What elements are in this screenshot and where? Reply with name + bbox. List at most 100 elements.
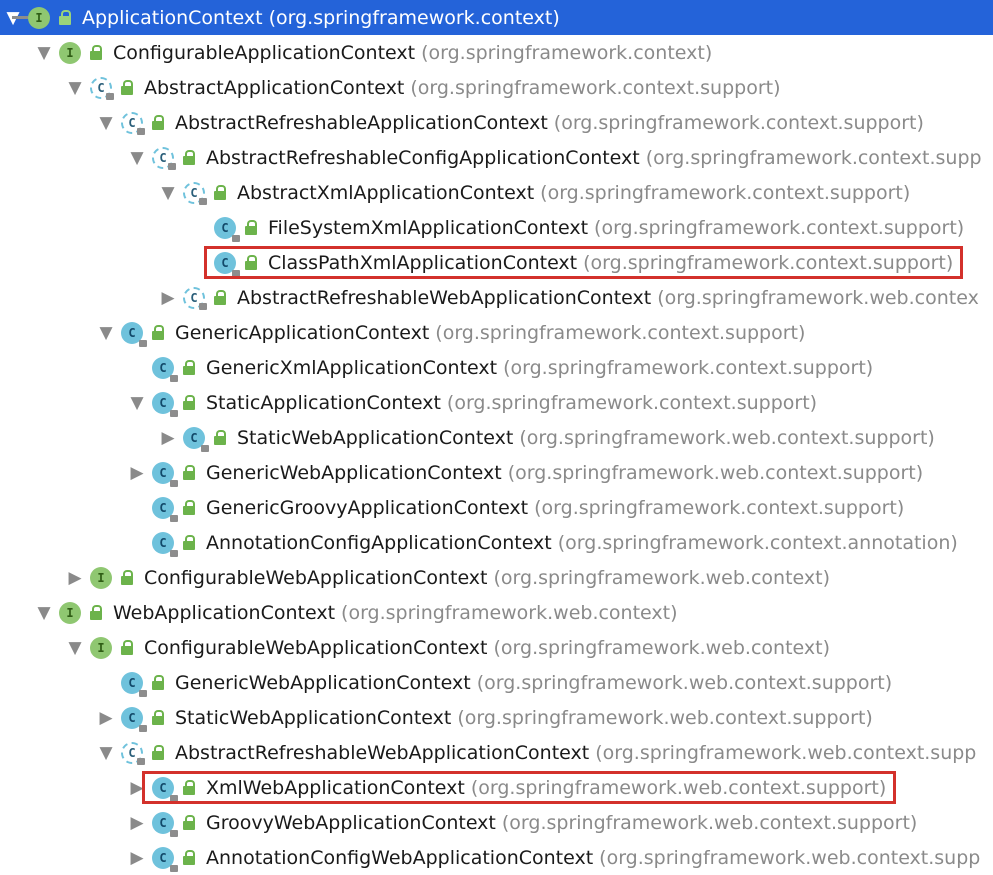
tree-node[interactable]: ▶ C AnnotationConfigWebApplicationContext(… xyxy=(0,840,993,875)
public-visibility-icon xyxy=(120,639,134,656)
interface-icon: I xyxy=(12,6,50,29)
lock-overlay-icon xyxy=(232,234,240,242)
class-icon: C xyxy=(152,846,178,872)
package-name: (org.springframework.context.support) xyxy=(446,391,818,414)
public-visibility-icon xyxy=(151,674,165,691)
lock-overlay-icon xyxy=(170,374,178,382)
collapsed-arrow-icon[interactable]: ▶ xyxy=(126,848,148,868)
expanded-arrow-icon[interactable]: ▼ xyxy=(33,43,55,63)
tree-node[interactable]: ▼ C AbstractApplicationContext (org.springf… xyxy=(0,70,993,105)
abstract-class-icon: C xyxy=(183,181,207,205)
expanded-arrow-icon[interactable]: ▼ xyxy=(95,323,117,343)
abstract-class-icon: C xyxy=(90,76,114,100)
expanded-arrow-icon[interactable]: ▼ xyxy=(157,183,179,203)
lock-overlay-icon xyxy=(139,339,147,347)
type-name: AbstractRefreshableWebApplicationContext xyxy=(175,741,590,764)
public-visibility-icon xyxy=(89,604,103,621)
public-visibility-icon xyxy=(151,744,165,761)
implements-stem-icon xyxy=(12,15,28,19)
tree-node[interactable]: ▶ C GenericWebApplicationContext (org.sprin… xyxy=(0,455,993,490)
tree-node[interactable]: ▼ C StaticApplicationContext (org.springfra… xyxy=(0,385,993,420)
type-kind-letter: C xyxy=(128,675,136,690)
class-icon: C xyxy=(152,356,178,382)
expanded-arrow-icon[interactable]: ▼ xyxy=(33,603,55,623)
tree-node[interactable]: ▼ C GenericApplicationContext (org.springfr… xyxy=(0,315,993,350)
collapsed-arrow-icon[interactable]: ▶ xyxy=(157,288,179,308)
type-kind-letter: I xyxy=(66,605,74,620)
type-kind-letter: C xyxy=(159,150,167,165)
package-name: (org.springframework.web.context.support… xyxy=(457,706,873,729)
public-visibility-icon xyxy=(213,184,227,201)
public-visibility-icon xyxy=(182,499,196,516)
tree-node[interactable]: ▼ I ConfigurableWebApplicationContext (org.… xyxy=(0,630,993,665)
type-kind-letter: C xyxy=(128,745,136,760)
class-icon: C xyxy=(152,461,178,487)
package-name: (org.springframework.context.support) xyxy=(534,496,905,519)
tree-node[interactable]: ▶ C StaticWebApplicationContext (org.spring… xyxy=(0,420,993,455)
expanded-arrow-icon[interactable]: ▼ xyxy=(126,393,148,413)
type-name: StaticWebApplicationContext xyxy=(175,706,452,729)
lock-overlay-icon xyxy=(199,302,207,310)
tree-node[interactable]: ▼ I WebApplicationContext (org.springframew… xyxy=(0,595,993,630)
public-visibility-icon xyxy=(182,394,196,411)
tree-node[interactable]: C GenericWebApplicationContext (org.spring… xyxy=(0,665,993,700)
expanded-arrow-icon[interactable]: ▼ xyxy=(95,113,117,133)
tree-node[interactable]: C GenericGroovyApplicationContext (org.spr… xyxy=(0,490,993,525)
class-icon: C xyxy=(214,216,240,242)
package-name: (org.springframework.web.context.support… xyxy=(501,811,918,834)
lock-overlay-icon xyxy=(170,479,178,487)
tree-node[interactable]: ▶ C GroovyWebApplicationContext (org.spring… xyxy=(0,805,993,840)
interface-icon: I xyxy=(59,601,81,624)
package-name: (org.springframework.web.context.supp xyxy=(595,741,977,764)
lock-overlay-icon xyxy=(168,162,176,170)
collapsed-arrow-icon[interactable]: ▶ xyxy=(64,568,86,588)
tree-node[interactable]: ▼ C AbstractXmlApplicationContext (org.spri… xyxy=(0,175,993,210)
interface-icon: I xyxy=(90,566,112,589)
interface-icon: I xyxy=(90,636,112,659)
tree-node[interactable]: ▶ C AbstractRefreshableWebApplicationConte… xyxy=(0,280,993,315)
package-name: (org.springframework.context.annotation) xyxy=(557,531,958,554)
lock-overlay-icon xyxy=(170,409,178,417)
expanded-arrow-icon[interactable]: ▼ xyxy=(64,78,86,98)
collapsed-arrow-icon[interactable]: ▶ xyxy=(126,463,148,483)
collapsed-arrow-icon[interactable]: ▶ xyxy=(157,428,179,448)
class-icon: C xyxy=(152,531,178,557)
type-name: StaticWebApplicationContext xyxy=(237,426,514,449)
type-name: ConfigurableWebApplicationContext xyxy=(144,566,488,589)
expanded-arrow-icon[interactable]: ▼ xyxy=(126,148,148,168)
expanded-arrow-icon[interactable]: ▼ xyxy=(64,638,86,658)
type-kind-letter: C xyxy=(159,850,167,865)
package-name: (org.springframework.context) xyxy=(421,41,713,64)
abstract-class-icon: C xyxy=(121,111,145,135)
type-kind-letter: I xyxy=(97,640,105,655)
lock-overlay-icon xyxy=(137,127,145,135)
tree-node[interactable]: ▼ C AbstractRefreshableWebApplicationConte… xyxy=(0,735,993,770)
lock-overlay-icon xyxy=(199,197,207,205)
type-kind-letter: C xyxy=(159,500,167,515)
tree-node[interactable]: ▼ C AbstractRefreshableConfigApplicationCo… xyxy=(0,140,993,175)
package-name: (org.springframework.web.context) xyxy=(493,566,830,589)
public-visibility-icon xyxy=(213,429,227,446)
tree-node[interactable]: ▼ C AbstractRefreshableApplicationContext(… xyxy=(0,105,993,140)
package-name: (org.springframework.web.context.support… xyxy=(507,461,924,484)
type-name: GenericXmlApplicationContext xyxy=(206,356,498,379)
collapsed-arrow-icon[interactable]: ▶ xyxy=(126,813,148,833)
tree-node[interactable]: C AnnotationConfigApplicationContext (org.… xyxy=(0,525,993,560)
tree-node[interactable]: ▶ C StaticWebApplicationContext (org.spring… xyxy=(0,700,993,735)
public-visibility-icon xyxy=(213,289,227,306)
tree-node[interactable]: ▼IApplicationContext(org.springframework… xyxy=(0,0,993,35)
type-name: AbstractApplicationContext xyxy=(144,76,405,99)
class-icon: C xyxy=(121,706,147,732)
collapsed-arrow-icon[interactable]: ▶ xyxy=(95,708,117,728)
type-kind-letter: C xyxy=(97,80,105,95)
tree-node[interactable]: ▶ I ConfigurableWebApplicationContext (org.… xyxy=(0,560,993,595)
expanded-arrow-icon[interactable]: ▼ xyxy=(95,743,117,763)
class-icon: C xyxy=(121,321,147,347)
public-visibility-icon xyxy=(182,359,196,376)
class-icon: C xyxy=(152,496,178,522)
tree-node[interactable]: ▼ I ConfigurableApplicationContext (org.spr… xyxy=(0,35,993,70)
tree-node[interactable]: C FileSystemXmlApplicationContext (org.spr… xyxy=(0,210,993,245)
public-visibility-icon xyxy=(182,534,196,551)
tree-node[interactable]: C GenericXmlApplicationContext (org.spring… xyxy=(0,350,993,385)
public-visibility-icon xyxy=(151,709,165,726)
